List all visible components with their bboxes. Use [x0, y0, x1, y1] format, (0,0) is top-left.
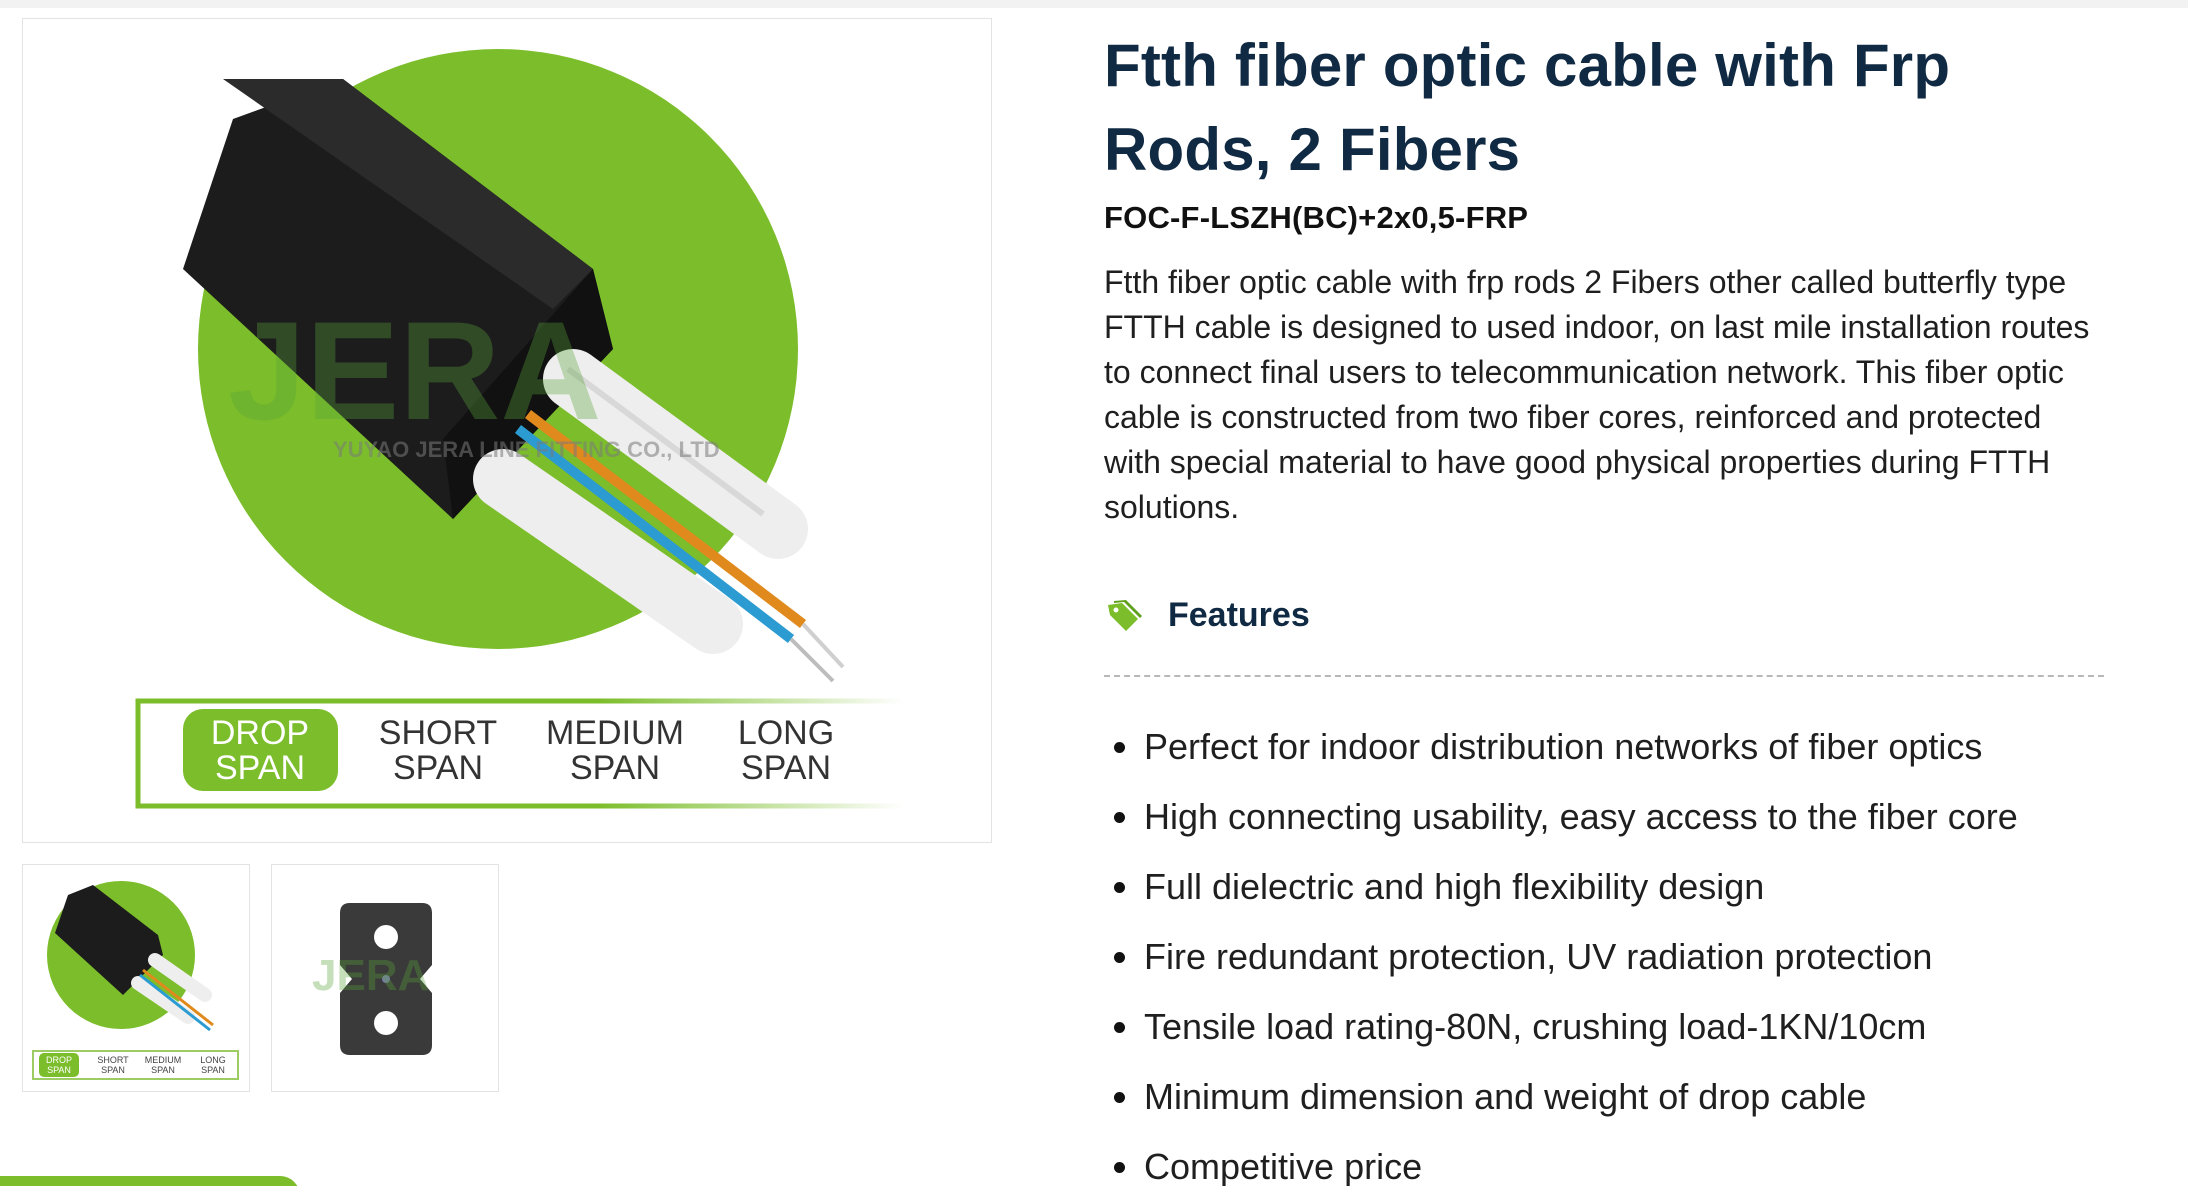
feature-item: Perfect for indoor distribution networks… — [1104, 712, 2018, 782]
cable-illustration: JERA YUYAO JERA LINE FITTING CO., LTD DR… — [135, 49, 906, 809]
span-medium-line1: MEDIUM — [546, 714, 684, 752]
feature-item: Tensile load rating-80N, crushing load-1… — [1104, 992, 2018, 1062]
span-long-line2: SPAN — [741, 749, 831, 787]
thumbnail-cross-section-image: JERA — [312, 903, 432, 1055]
thumb-span-drop-1: DROP — [46, 1055, 72, 1065]
span-short-line2: SPAN — [393, 749, 483, 787]
span-drop-line2: SPAN — [215, 749, 305, 787]
tag-icon — [1108, 600, 1142, 631]
bottom-green-tab — [0, 1176, 300, 1186]
span-medium-line2: SPAN — [570, 749, 660, 787]
thumb-span-drop-2: SPAN — [47, 1065, 71, 1075]
features-label: Features — [1168, 595, 1310, 634]
thumb-span-short-1: SHORT — [97, 1055, 129, 1065]
feature-item: Competitive price — [1104, 1132, 2018, 1186]
main-product-image[interactable]: JERA YUYAO JERA LINE FITTING CO., LTD DR… — [22, 18, 992, 843]
features-list: Perfect for indoor distribution networks… — [1104, 712, 2018, 1186]
thumbnail-1[interactable]: DROP SPAN SHORT SPAN MEDIUM SPAN LONG SP… — [22, 864, 250, 1092]
span-long-line1: LONG — [738, 714, 834, 752]
product-model: FOC-F-LSZH(BC)+2x0,5-FRP — [1104, 200, 1529, 235]
product-description: Ftth fiber optic cable with frp rods 2 F… — [1104, 264, 2090, 525]
thumb-span-medium-1: MEDIUM — [145, 1055, 182, 1065]
span-drop-line1: DROP — [211, 714, 309, 752]
thumbnail-2[interactable]: JERA — [271, 864, 499, 1092]
thumb-watermark: JERA — [312, 951, 429, 1000]
product-title: Ftth fiber optic cable with Frp Rods, 2 … — [1104, 32, 1951, 183]
features-divider — [1104, 675, 2104, 677]
feature-item: Fire redundant protection, UV radiation … — [1104, 922, 2018, 992]
thumb-span-long-1: LONG — [200, 1055, 226, 1065]
thumb-span-long-2: SPAN — [201, 1065, 225, 1075]
thumbnail-cable-image: DROP SPAN SHORT SPAN MEDIUM SPAN LONG SP… — [32, 881, 239, 1080]
thumb-span-short-2: SPAN — [101, 1065, 125, 1075]
feature-item: Full dielectric and high flexibility des… — [1104, 852, 2018, 922]
feature-item: Minimum dimension and weight of drop cab… — [1104, 1062, 2018, 1132]
thumb-span-medium-2: SPAN — [151, 1065, 175, 1075]
watermark-brand: JERA — [228, 292, 601, 449]
top-rule — [0, 0, 2188, 8]
feature-item: High connecting usability, easy access t… — [1104, 782, 2018, 852]
features-heading: Features — [1104, 590, 1310, 640]
product-info: Ftth fiber optic cable with Frp Rods, 2 … — [1104, 24, 2114, 530]
watermark-sub: YUYAO JERA LINE FITTING CO., LTD — [333, 437, 720, 462]
span-short-line1: SHORT — [379, 714, 497, 752]
